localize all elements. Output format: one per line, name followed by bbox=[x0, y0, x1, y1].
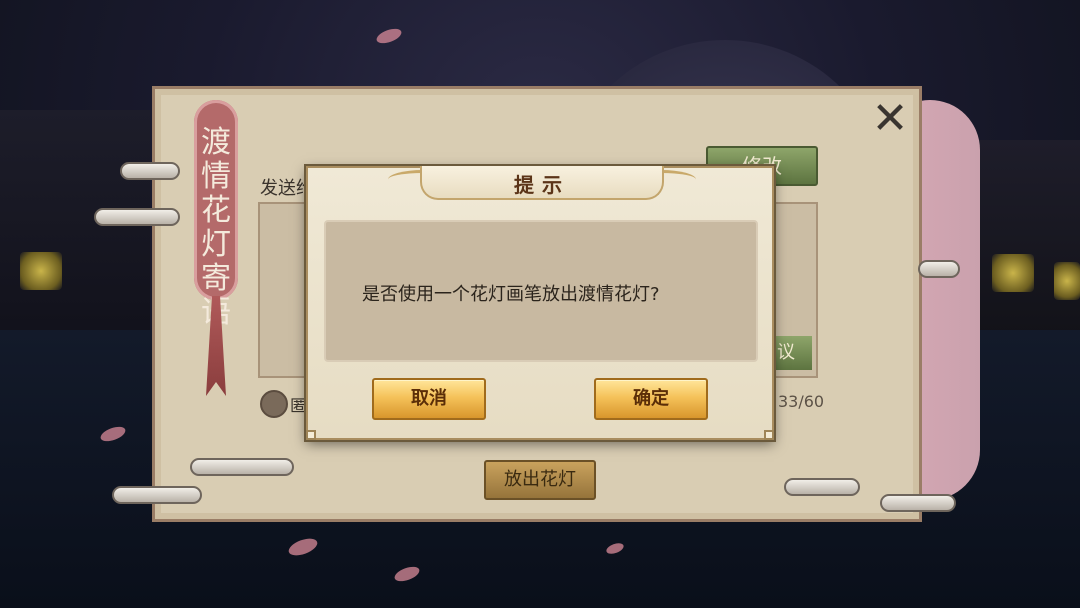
scroll-rod bbox=[120, 162, 180, 180]
scroll-rod bbox=[94, 208, 180, 226]
release-lantern-button[interactable]: 放出花灯 bbox=[484, 460, 596, 500]
close-icon[interactable]: ✕ bbox=[870, 97, 910, 141]
anonymous-label: 匿 bbox=[290, 396, 307, 415]
scroll-rod bbox=[918, 260, 960, 278]
scroll-rod bbox=[880, 494, 956, 512]
confirm-button[interactable]: 确定 bbox=[594, 378, 708, 420]
dialog-title-plate: 提示 bbox=[420, 166, 664, 200]
corner-ornament bbox=[764, 430, 774, 440]
corner-ornament bbox=[306, 430, 316, 440]
title-banner: 渡情花灯寄语 bbox=[194, 100, 238, 330]
char-counter: 33/60 bbox=[778, 392, 825, 411]
scroll-rod bbox=[112, 486, 202, 504]
cancel-button[interactable]: 取消 bbox=[372, 378, 486, 420]
dialog-message-box: 是否使用一个花灯画笔放出渡情花灯? bbox=[324, 220, 758, 362]
anonymous-checkbox[interactable] bbox=[260, 390, 288, 418]
lantern-glow-far-right bbox=[1054, 262, 1080, 300]
lantern-glow-right bbox=[992, 254, 1034, 292]
dialog-message: 是否使用一个花灯画笔放出渡情花灯? bbox=[362, 284, 660, 305]
confirm-dialog: 提示 是否使用一个花灯画笔放出渡情花灯? 取消 确定 bbox=[306, 166, 774, 440]
scroll-rod bbox=[190, 458, 294, 476]
petal bbox=[374, 25, 404, 47]
dialog-title: 提示 bbox=[514, 173, 570, 197]
scroll-rod bbox=[784, 478, 860, 496]
lantern-glow-left bbox=[20, 252, 62, 290]
